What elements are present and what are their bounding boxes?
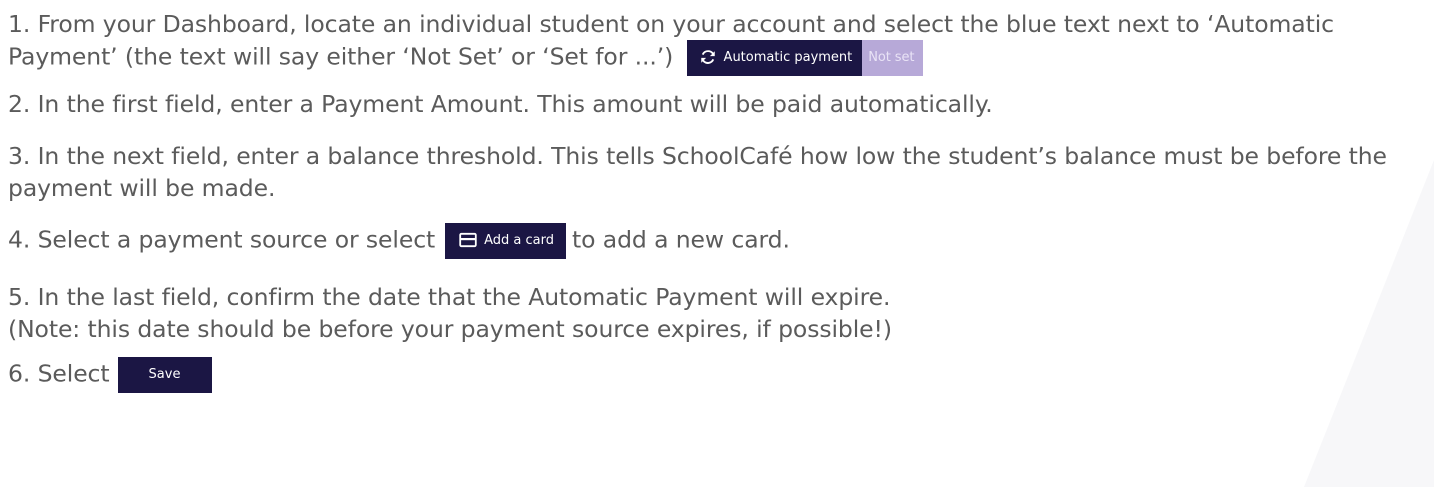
step-4-text-after: to add a new card. <box>572 225 790 254</box>
step-6-text: 6. Select <box>8 359 110 388</box>
automatic-payment-label: Automatic payment <box>723 50 853 65</box>
step-4-text-before: 4. Select a payment source or select <box>8 225 436 254</box>
sync-icon <box>700 49 715 64</box>
automatic-payment-widget: Automatic payment Not set <box>681 40 924 76</box>
credit-card-icon <box>459 232 477 247</box>
step-5-line-2: (Note: this date should be before your p… <box>8 315 892 343</box>
automatic-payment-button[interactable]: Automatic payment <box>686 40 863 76</box>
add-card-button[interactable]: Add a card <box>445 223 567 259</box>
step-1: 1. From your Dashboard, locate an indivi… <box>8 8 1418 76</box>
step-5-line-1: 5. In the last field, confirm the date t… <box>8 283 891 311</box>
step-2: 2. In the first field, enter a Payment A… <box>8 90 993 118</box>
not-set-badge[interactable]: Not set <box>862 40 924 76</box>
add-card-label: Add a card <box>484 233 555 248</box>
step-3: 3. In the next field, enter a balance th… <box>8 142 1387 202</box>
instructions: 1. From your Dashboard, locate an indivi… <box>8 8 1418 393</box>
step-1-text: 1. From your Dashboard, locate an indivi… <box>8 10 1334 71</box>
step-6: 6. Select Save <box>8 357 1418 393</box>
step-5: 5. In the last field, confirm the date t… <box>8 281 1418 345</box>
step-4: 4. Select a payment source or select Add … <box>8 223 1418 259</box>
save-button[interactable]: Save <box>117 357 212 393</box>
